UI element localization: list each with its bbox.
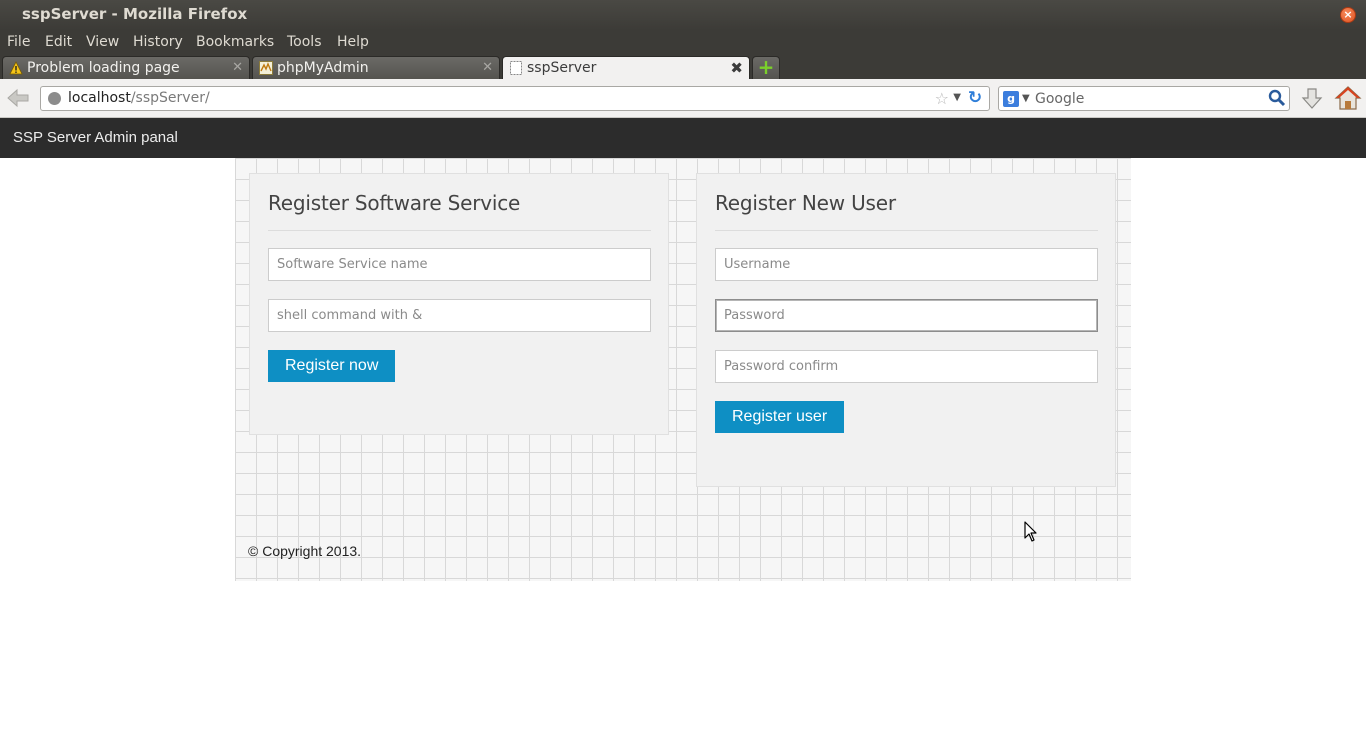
- tab-sspserver[interactable]: sspServer ✖: [502, 56, 750, 79]
- tab-close-icon[interactable]: ✕: [482, 60, 493, 75]
- home-icon[interactable]: [1334, 85, 1362, 111]
- menu-edit[interactable]: Edit: [45, 34, 72, 50]
- site-identity-icon[interactable]: [48, 92, 61, 105]
- search-bar[interactable]: g ▼: [998, 86, 1290, 111]
- warning-icon: [9, 61, 23, 75]
- url-bar[interactable]: localhost/sspServer/ ☆ ▼ ↻: [40, 86, 990, 111]
- tab-close-icon[interactable]: ✕: [232, 60, 243, 75]
- tab-label: sspServer: [527, 60, 597, 76]
- download-icon[interactable]: [1300, 87, 1324, 111]
- register-software-panel: Register Software Service Register now: [249, 173, 669, 435]
- register-user-panel: Register New User Register user: [696, 173, 1116, 487]
- tab-label: phpMyAdmin: [277, 60, 369, 76]
- divider: [715, 230, 1098, 231]
- tab-strip: Problem loading page ✕ phpMyAdmin ✕ sspS…: [0, 55, 1366, 79]
- menu-bookmarks[interactable]: Bookmarks: [196, 34, 274, 50]
- site-brand[interactable]: SSP Server Admin panal: [13, 129, 178, 146]
- password-input[interactable]: [715, 299, 1098, 332]
- menu-file[interactable]: File: [7, 34, 30, 50]
- menu-help[interactable]: Help: [337, 34, 369, 50]
- navigation-bar: localhost/sspServer/ ☆ ▼ ↻ g ▼: [0, 79, 1366, 118]
- mouse-cursor-icon: [1024, 521, 1038, 543]
- software-form-title: Register Software Service: [268, 191, 521, 215]
- divider: [268, 230, 651, 231]
- shell-command-input[interactable]: [268, 299, 651, 332]
- menu-bar: File Edit View History Bookmarks Tools H…: [0, 30, 1366, 55]
- tab-close-icon[interactable]: ✖: [730, 59, 743, 77]
- password-confirm-input[interactable]: [715, 350, 1098, 383]
- window-title: sspServer - Mozilla Firefox: [22, 5, 248, 23]
- software-name-input[interactable]: [268, 248, 651, 281]
- back-arrow-icon[interactable]: [6, 88, 30, 108]
- tab-phpmyadmin[interactable]: phpMyAdmin ✕: [252, 56, 500, 79]
- url-path: /sspServer/: [130, 90, 210, 106]
- phpmyadmin-icon: [259, 61, 273, 75]
- register-user-button[interactable]: Register user: [715, 401, 845, 433]
- window-close-icon[interactable]: ×: [1340, 7, 1356, 23]
- engine-dropdown-icon[interactable]: ▼: [1022, 93, 1030, 104]
- url-text[interactable]: localhost/sspServer/: [68, 90, 210, 106]
- page-content: SSP Server Admin panal Register Software…: [0, 118, 1366, 741]
- menu-view[interactable]: View: [86, 34, 119, 50]
- search-input[interactable]: [1035, 88, 1255, 109]
- google-engine-icon[interactable]: g: [1003, 91, 1019, 107]
- copyright-text: © Copyright 2013.: [248, 543, 362, 559]
- username-input[interactable]: [715, 248, 1098, 281]
- menu-tools[interactable]: Tools: [287, 34, 322, 50]
- search-icon[interactable]: [1268, 89, 1286, 107]
- user-form-title: Register New User: [715, 191, 896, 215]
- window-titlebar: sspServer - Mozilla Firefox ×: [0, 0, 1366, 30]
- tab-label: Problem loading page: [27, 60, 180, 76]
- register-now-button[interactable]: Register now: [268, 350, 396, 382]
- new-tab-button[interactable]: +: [752, 56, 780, 79]
- menu-history[interactable]: History: [133, 34, 183, 50]
- site-navbar: SSP Server Admin panal: [0, 118, 1366, 158]
- bookmark-star-icon[interactable]: ☆: [935, 89, 949, 108]
- blank-page-icon: [509, 61, 523, 75]
- url-host: localhost: [68, 90, 131, 106]
- tab-problem-loading[interactable]: Problem loading page ✕: [2, 56, 250, 79]
- content-background: Register Software Service Register now R…: [235, 158, 1131, 581]
- reload-icon[interactable]: ↻: [965, 88, 985, 108]
- url-history-dropdown-icon[interactable]: ▼: [953, 92, 961, 103]
